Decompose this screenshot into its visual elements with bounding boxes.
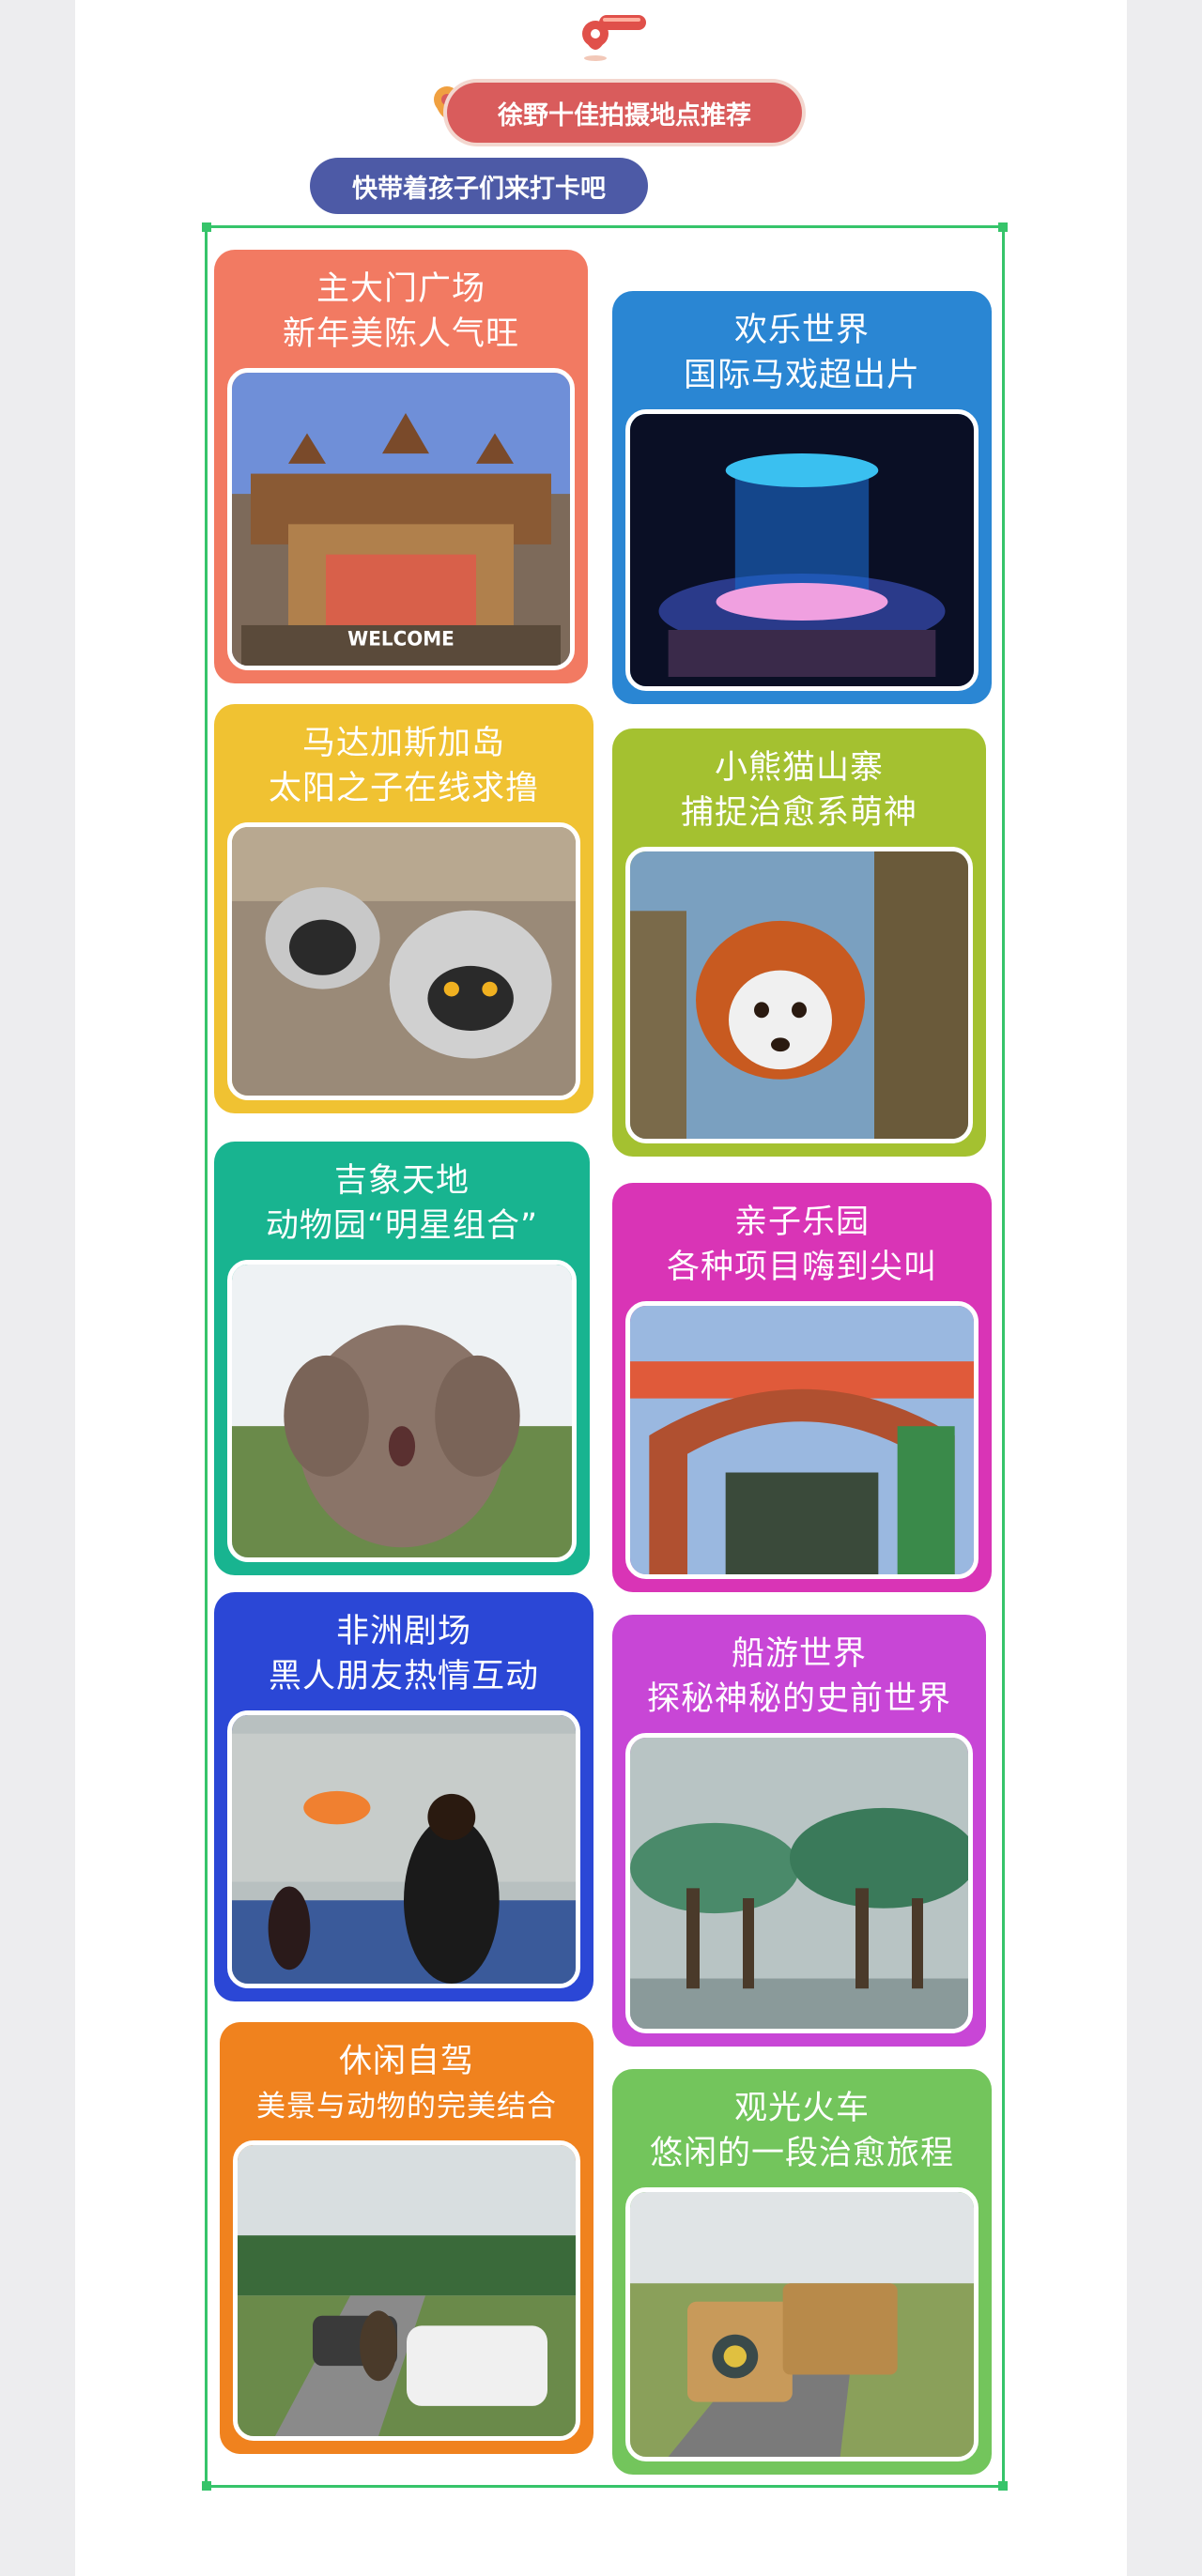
spot-card-sightseeing-train[interactable]: 观光火车 悠闲的一段治愈旅程 (612, 2069, 992, 2475)
spot-subtitle: 黑人朋友热情互动 (268, 1658, 539, 1695)
spot-card-circus[interactable]: 欢乐世界 国际马戏超出片 (612, 291, 992, 704)
elephant-photo (227, 1260, 577, 1562)
circus-stage-photo (625, 409, 979, 691)
boat-world-photo (625, 1733, 973, 2033)
spot-title: 吉象天地 (333, 1162, 470, 1200)
spot-subtitle: 悠闲的一段治愈旅程 (649, 2135, 954, 2172)
page-title: 徐野十佳拍摄地点推荐 (447, 83, 802, 143)
welcome-sign: WELCOME (347, 627, 455, 651)
spot-card-boat-world[interactable]: 船游世界 探秘神秘的史前世界 (612, 1615, 986, 2047)
spot-subtitle: 捕捉治愈系萌神 (680, 794, 917, 832)
spot-title: 观光火车 (733, 2090, 870, 2127)
lemurs-photo (227, 822, 580, 1100)
spot-title: 船游世界 (731, 1635, 867, 1673)
page-subtitle: 快带着孩子们来打卡吧 (310, 158, 648, 214)
spot-card-self-drive[interactable]: 休闲自驾 美景与动物的完美结合 (220, 2022, 593, 2454)
playground-gate-photo (625, 1301, 979, 1579)
spot-card-playground[interactable]: 亲子乐园 各种项目嗨到尖叫 (612, 1183, 992, 1592)
spot-card-red-panda[interactable]: 小熊猫山寨 捕捉治愈系萌神 (612, 728, 986, 1157)
spot-subtitle: 各种项目嗨到尖叫 (666, 1249, 937, 1286)
spot-subtitle: 美景与动物的完美结合 (256, 2090, 557, 2124)
african-theater-photo (227, 1710, 580, 1988)
spot-card-elephant[interactable]: 吉象天地 动物园“明星组合” (214, 1142, 590, 1575)
spot-card-madagascar[interactable]: 马达加斯加岛 太阳之子在线求撸 (214, 704, 593, 1113)
spot-title: 欢乐世界 (733, 312, 870, 349)
spot-card-african-theater[interactable]: 非洲剧场 黑人朋友热情互动 (214, 1592, 593, 2001)
red-panda-photo (625, 847, 973, 1143)
spot-title: 小熊猫山寨 (714, 749, 884, 787)
spot-title: 亲子乐园 (733, 1204, 870, 1241)
spot-subtitle: 国际马戏超出片 (683, 357, 920, 394)
spot-title: 马达加斯加岛 (301, 725, 505, 762)
spot-title: 非洲剧场 (335, 1613, 471, 1650)
spot-title: 休闲自驾 (338, 2043, 474, 2080)
spot-subtitle: 太阳之子在线求撸 (268, 770, 539, 807)
spot-subtitle: 新年美陈人气旺 (282, 315, 519, 353)
spot-card-main-gate[interactable]: 主大门广场 新年美陈人气旺 WELCOME (214, 250, 588, 683)
spot-title: 主大门广场 (316, 270, 485, 308)
spot-subtitle: 动物园“明星组合” (265, 1207, 539, 1245)
self-drive-photo (233, 2140, 580, 2441)
zoo-main-gate-photo: WELCOME (227, 368, 575, 670)
map-pin-icon (582, 15, 646, 61)
spot-subtitle: 探秘神秘的史前世界 (646, 1680, 951, 1718)
sightseeing-train-photo (625, 2187, 979, 2461)
